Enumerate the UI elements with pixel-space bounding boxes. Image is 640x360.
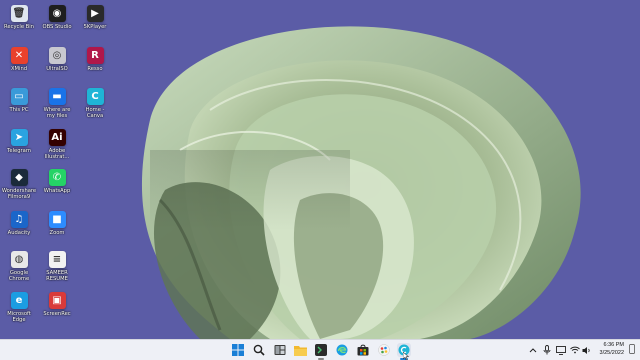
- microsoft-edge-icon: e: [10, 292, 28, 309]
- desktop-icon-5kplayer[interactable]: ▶ 5KPlayer: [76, 5, 114, 30]
- notification-icon[interactable]: [628, 344, 636, 354]
- taskbar-edge[interactable]: [335, 343, 349, 357]
- whatsapp-icon: ✆: [48, 169, 66, 186]
- paint-icon: [378, 344, 390, 356]
- desktop-icon-canva[interactable]: C Home - Canva: [76, 88, 114, 119]
- screenrec-icon: ▣: [48, 292, 66, 309]
- recycle-bin-icon: 🗑: [10, 5, 28, 22]
- display-icon[interactable]: [556, 345, 566, 355]
- taskbar: 6:36 PM 3/25/2022: [0, 339, 640, 360]
- system-clock[interactable]: 6:36 PM 3/25/2022: [600, 342, 624, 357]
- microsoft-store-icon: [357, 344, 369, 356]
- desktop-icon-label: Microsoft Edge: [7, 311, 31, 323]
- taskbar-store[interactable]: [356, 343, 370, 357]
- desktop-icon-label: UltraISO: [46, 66, 68, 72]
- desktop-icon-label: Audacity: [7, 230, 31, 236]
- desktop-icon-label: Recycle Bin: [4, 24, 34, 30]
- search-icon: [253, 344, 265, 356]
- desktop-icon-label: 5KPlayer: [83, 24, 107, 30]
- microphone-icon[interactable]: [542, 345, 552, 355]
- taskbar-app-paint[interactable]: [377, 343, 391, 357]
- folder-icon: [293, 345, 307, 356]
- zoom-icon: ■: [48, 211, 66, 228]
- desktop-icon-grid: 🗑 Recycle Bin ◉ OBS Studio ▶ 5KPlayer ✕ XMind ◎ U…: [0, 0, 110, 339]
- desktop-icon-label: This PC: [9, 107, 29, 113]
- terminal-icon: [315, 344, 327, 356]
- desktop-icon-adobe-illustrator[interactable]: Ai Adobe Illustrat...: [38, 129, 76, 160]
- desktop-icon-zoom[interactable]: ■ Zoom: [38, 211, 76, 236]
- telegram-icon: ➤: [10, 129, 28, 146]
- ultraiso-icon: ◎: [48, 47, 66, 64]
- desktop-icon-label: Adobe Illustrat...: [44, 148, 70, 160]
- document-icon: ≡: [48, 251, 66, 268]
- clock-date: 3/25/2022: [599, 349, 624, 356]
- windows-start-icon: [232, 344, 244, 356]
- desktop-icon-xmind[interactable]: ✕ XMind: [0, 47, 38, 72]
- canva-icon: C: [86, 88, 104, 105]
- desktop-icon-microsoft-edge[interactable]: e Microsoft Edge: [0, 292, 38, 323]
- desktop-icon-label: Zoom: [49, 230, 65, 236]
- desktop-icon-document[interactable]: ≡ SAMEER RESUME: [38, 251, 76, 282]
- desktop-icon-audacity[interactable]: ♫ Audacity: [0, 211, 38, 236]
- clock-time: 6:36 PM: [603, 342, 624, 348]
- desktop-icon-label: Home - Canva: [85, 107, 105, 119]
- resso-icon: R: [86, 47, 104, 64]
- desktop-icon-label: Wondershare Filmora9: [1, 188, 37, 200]
- desktop[interactable]: 🗑 Recycle Bin ◉ OBS Studio ▶ 5KPlayer ✕ XMind ◎ U…: [0, 0, 640, 339]
- desktop-icon-this-pc[interactable]: ▭ This PC: [0, 88, 38, 113]
- search-button[interactable]: [252, 343, 266, 357]
- desktop-icon-folder[interactable]: ▬ Where are my files: [38, 88, 76, 119]
- start-button[interactable]: [231, 343, 245, 357]
- this-pc-icon: ▭: [10, 88, 28, 105]
- adobe-illustrator-icon: Ai: [48, 129, 66, 146]
- desktop-icon-obs-studio[interactable]: ◉ OBS Studio: [38, 5, 76, 30]
- desktop-icon-label: ScreenRec: [43, 311, 71, 317]
- taskbar-app-pinned[interactable]: [314, 343, 328, 360]
- audacity-icon: ♫: [10, 211, 28, 228]
- desktop-icon-label: Resso: [87, 66, 103, 72]
- desktop-icon-label: Telegram: [7, 148, 31, 154]
- desktop-icon-screenrec[interactable]: ▣ ScreenRec: [38, 292, 76, 317]
- xmind-icon: ✕: [10, 47, 28, 64]
- filmora-icon: ◆: [10, 169, 28, 186]
- desktop-icon-filmora[interactable]: ◆ Wondershare Filmora9: [0, 169, 38, 200]
- desktop-icon-recycle-bin[interactable]: 🗑 Recycle Bin: [0, 5, 38, 30]
- microsoft-edge-icon: [336, 344, 348, 356]
- desktop-icon-label: WhatsApp: [43, 188, 71, 194]
- google-chrome-icon: ◍: [10, 251, 28, 268]
- speaker-icon[interactable]: [582, 345, 592, 355]
- file-explorer-icon: [274, 345, 286, 355]
- taskbar-file-explorer[interactable]: [273, 343, 287, 357]
- desktop-icon-ultraiso[interactable]: ◎ UltraISO: [38, 47, 76, 72]
- desktop-icon-label: OBS Studio: [42, 24, 72, 30]
- taskbar-folder[interactable]: [293, 343, 307, 357]
- mouse-cursor-icon: [403, 352, 409, 360]
- desktop-icon-whatsapp[interactable]: ✆ WhatsApp: [38, 169, 76, 194]
- desktop-icon-google-chrome[interactable]: ◍ Google Chrome: [0, 251, 38, 282]
- 5kplayer-icon: ▶: [86, 5, 104, 22]
- wifi-icon[interactable]: [570, 345, 580, 355]
- desktop-icon-label: XMind: [10, 66, 28, 72]
- obs-studio-icon: ◉: [48, 5, 66, 22]
- desktop-icon-label: Google Chrome: [8, 270, 30, 282]
- desktop-icon-resso[interactable]: R Resso: [76, 47, 114, 72]
- desktop-icon-label: SAMEER RESUME: [46, 270, 68, 282]
- desktop-icon-label: Where are my files: [43, 107, 71, 119]
- chevron-up-icon[interactable]: [528, 345, 538, 355]
- folder-icon: ▬: [48, 88, 66, 105]
- desktop-icon-telegram[interactable]: ➤ Telegram: [0, 129, 38, 154]
